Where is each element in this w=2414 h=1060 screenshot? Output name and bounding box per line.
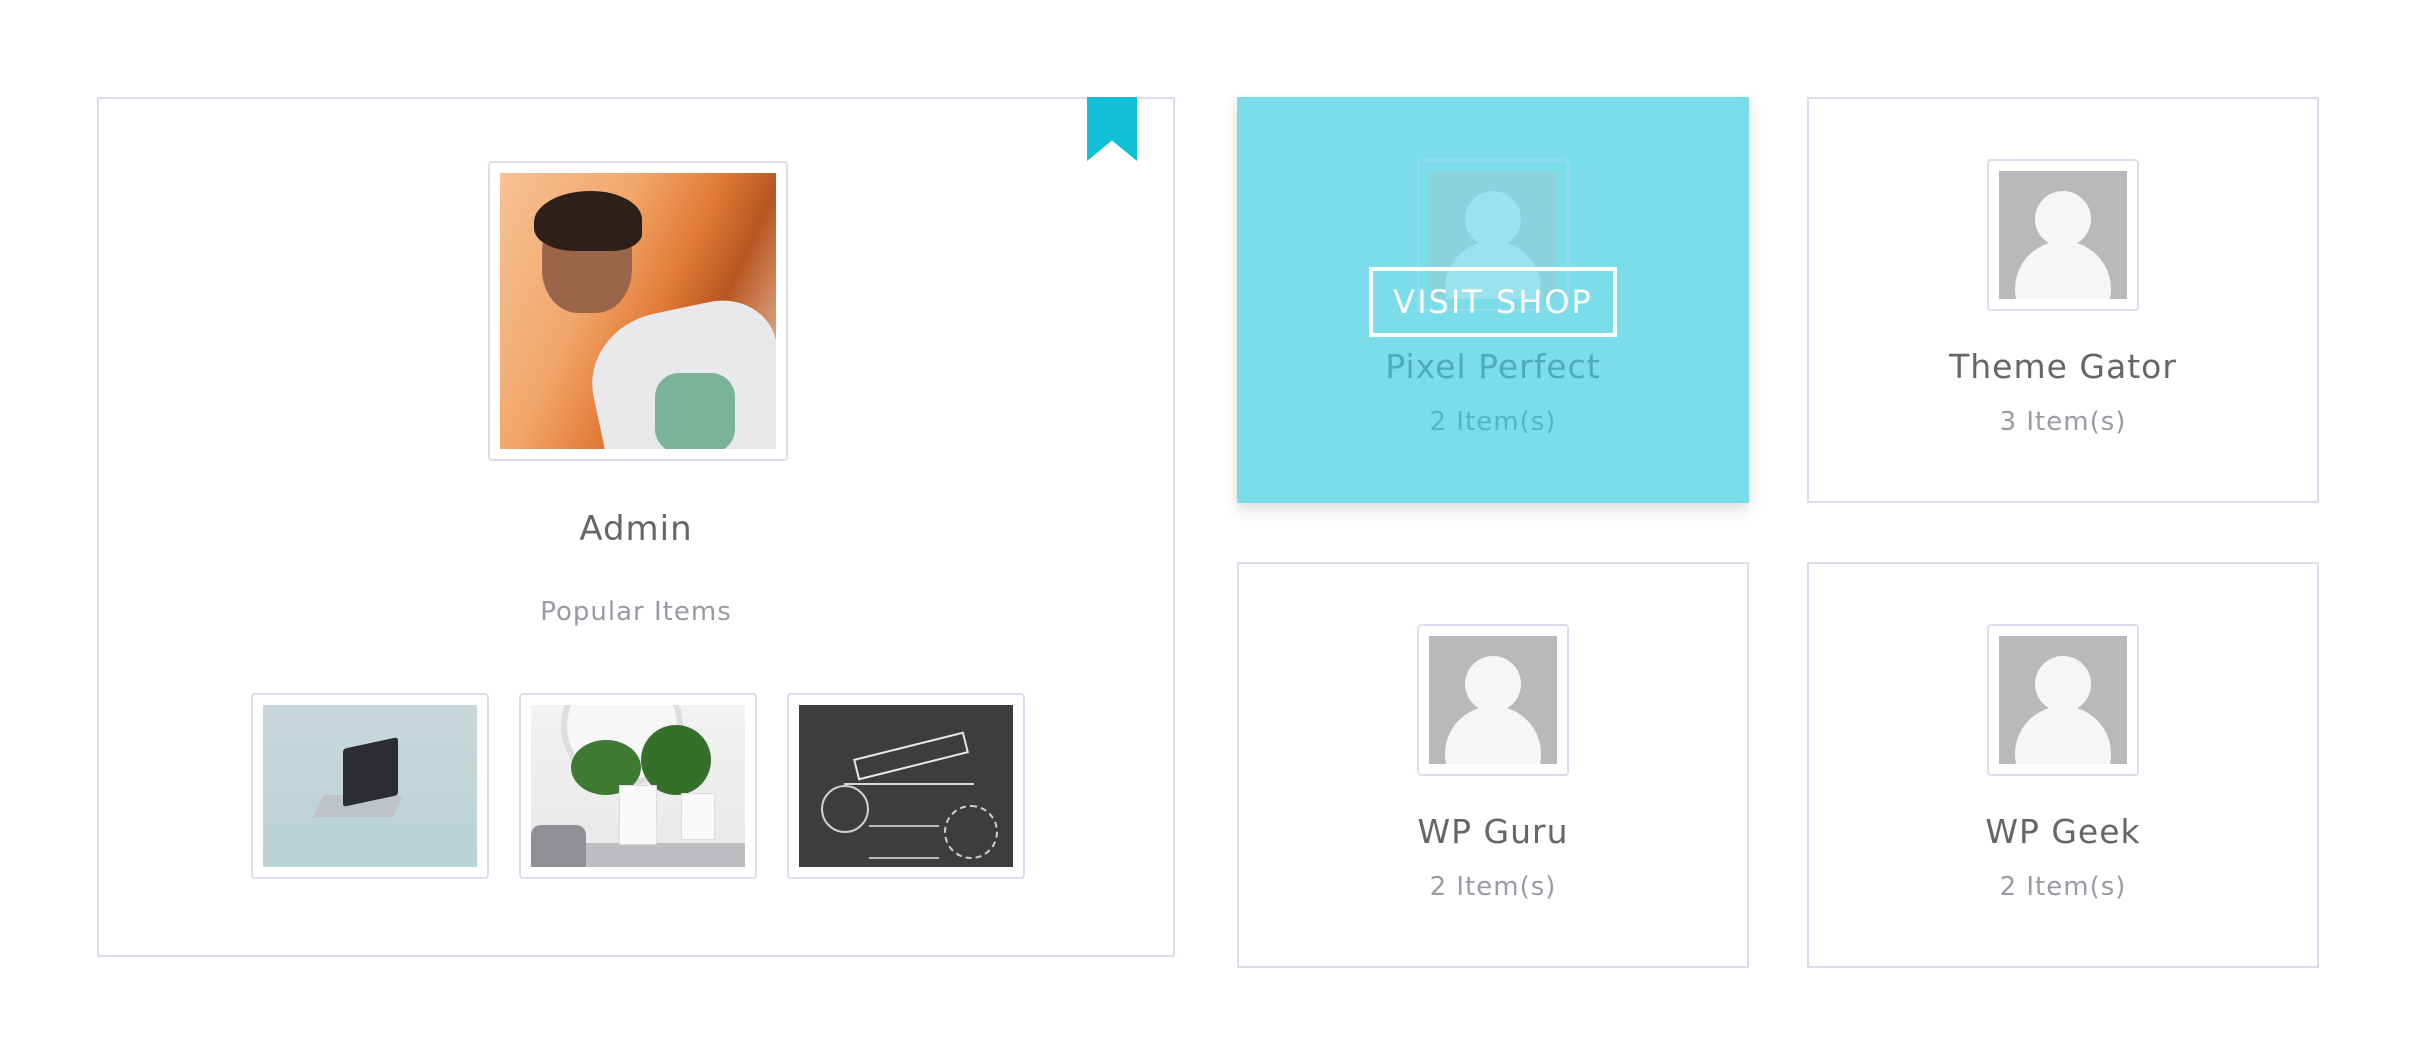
popular-items-list xyxy=(251,693,1025,879)
featured-vendor-avatar[interactable] xyxy=(488,161,788,461)
bookmark-icon xyxy=(1087,97,1137,161)
vendor-item-count: 3 Item(s) xyxy=(1999,407,2127,437)
user-silhouette-icon xyxy=(1999,636,2127,764)
vendor-name: WP Geek xyxy=(1985,812,2141,851)
vendor-card-wp-geek[interactable]: WP Geek 2 Item(s) xyxy=(1807,562,2319,968)
laptop-image xyxy=(263,705,477,867)
popular-item-thumb[interactable] xyxy=(519,693,757,879)
vendor-name: WP Guru xyxy=(1417,812,1569,851)
vendor-card-theme-gator[interactable]: Theme Gator 3 Item(s) xyxy=(1807,97,2319,503)
user-silhouette-icon xyxy=(1999,171,2127,299)
vendor-list-page: Admin Popular Items Pixel Perfect 2 Item… xyxy=(0,0,2414,1060)
plants-shelf-image xyxy=(531,705,745,867)
vendor-card-wp-guru[interactable]: WP Guru 2 Item(s) xyxy=(1237,562,1749,968)
popular-item-thumb[interactable] xyxy=(251,693,489,879)
vendor-avatar xyxy=(1417,624,1569,776)
vendor-card-pixel-perfect[interactable]: Pixel Perfect 2 Item(s) VISIT SHOP xyxy=(1237,97,1749,503)
vendor-name: Pixel Perfect xyxy=(1385,347,1601,386)
vendor-avatar xyxy=(1987,159,2139,311)
vendor-avatar xyxy=(1987,624,2139,776)
vendor-name: Theme Gator xyxy=(1949,347,2177,386)
popular-item-thumb[interactable] xyxy=(787,693,1025,879)
vendor-item-count: 2 Item(s) xyxy=(1429,407,1557,437)
hand-drawn-rustic-nature-elements-image xyxy=(799,705,1013,867)
visit-shop-button[interactable]: VISIT SHOP xyxy=(1369,267,1617,337)
popular-items-label: Popular Items xyxy=(540,597,732,627)
featured-vendor-name[interactable]: Admin xyxy=(99,509,1173,549)
vendor-photo xyxy=(500,173,776,449)
vendor-item-count: 2 Item(s) xyxy=(1999,872,2127,902)
featured-vendor-card[interactable]: Admin Popular Items xyxy=(97,97,1175,957)
vendor-item-count: 2 Item(s) xyxy=(1429,872,1557,902)
user-silhouette-icon xyxy=(1429,636,1557,764)
